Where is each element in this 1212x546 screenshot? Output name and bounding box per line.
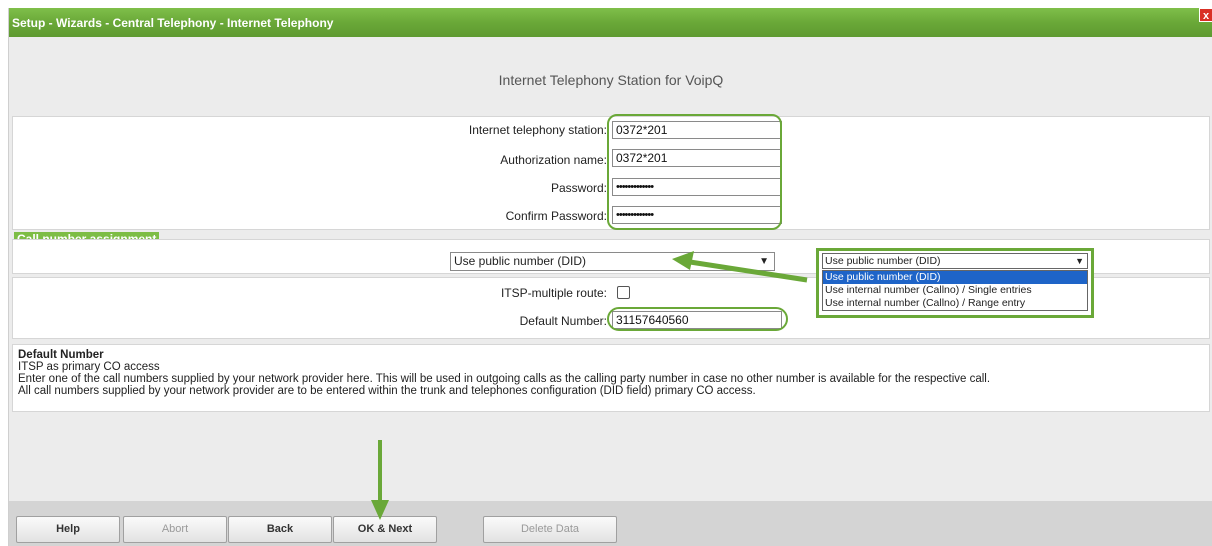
annotation-arrow [371, 440, 389, 520]
annotation-arrows [371, 251, 808, 520]
annotation-arrow [672, 251, 808, 283]
